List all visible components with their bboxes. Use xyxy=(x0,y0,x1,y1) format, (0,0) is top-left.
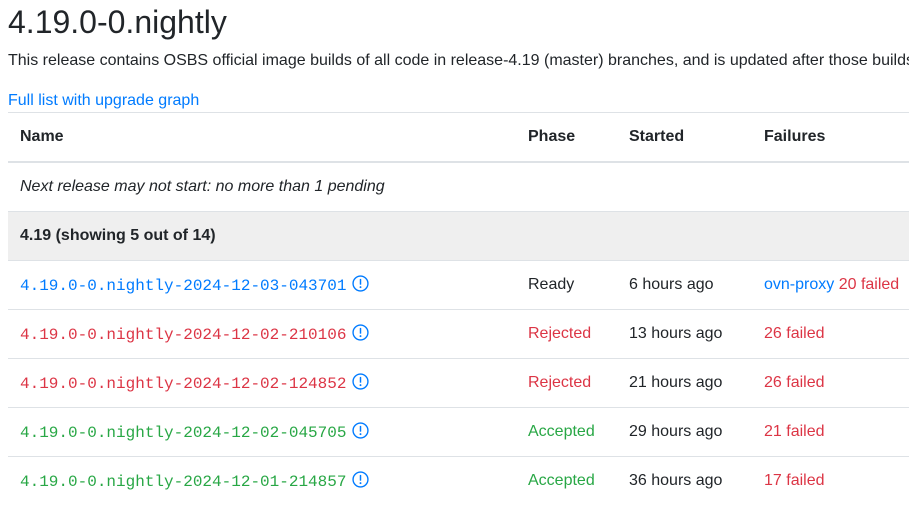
release-group-row: 4.19 (showing 5 out of 14) xyxy=(8,211,909,261)
release-name-link[interactable]: 4.19.0-0.nightly-2024-12-02-124852 xyxy=(20,375,346,393)
info-circle-icon[interactable] xyxy=(352,275,370,292)
release-name-cell: 4.19.0-0.nightly-2024-12-03-043701 xyxy=(8,260,516,310)
column-header-started: Started xyxy=(617,112,752,163)
release-name-cell: 4.19.0-0.nightly-2024-12-01-214857 xyxy=(8,456,516,505)
table-row: 4.19.0-0.nightly-2024-12-02-124852 Rejec… xyxy=(8,358,909,408)
release-group-label: 4.19 (showing 5 out of 14) xyxy=(8,211,909,261)
release-started: 36 hours ago xyxy=(617,456,752,505)
release-failures-cell: 21 failed xyxy=(752,407,909,457)
release-name-cell: 4.19.0-0.nightly-2024-12-02-045705 xyxy=(8,407,516,457)
failures-link[interactable]: 20 failed xyxy=(839,276,900,293)
release-name-link[interactable]: 4.19.0-0.nightly-2024-12-03-043701 xyxy=(20,277,346,295)
pending-note-row: Next release may not start: no more than… xyxy=(8,161,909,212)
table-row: 4.19.0-0.nightly-2024-12-03-043701 Ready… xyxy=(8,260,909,310)
release-name-link[interactable]: 4.19.0-0.nightly-2024-12-02-210106 xyxy=(20,326,346,344)
upgrade-graph-link[interactable]: Full list with upgrade graph xyxy=(8,91,199,111)
table-row: 4.19.0-0.nightly-2024-12-01-214857 Accep… xyxy=(8,456,909,505)
release-failures-cell: 17 failed xyxy=(752,456,909,505)
release-phase: Accepted xyxy=(516,456,617,505)
release-started: 6 hours ago xyxy=(617,260,752,310)
release-name-cell: 4.19.0-0.nightly-2024-12-02-124852 xyxy=(8,358,516,408)
failures-link[interactable]: 21 failed xyxy=(764,423,825,440)
release-name-cell: 4.19.0-0.nightly-2024-12-02-210106 xyxy=(8,309,516,359)
release-name-link[interactable]: 4.19.0-0.nightly-2024-12-02-045705 xyxy=(20,424,346,442)
info-circle-icon[interactable] xyxy=(352,471,370,488)
failures-link[interactable]: 26 failed xyxy=(764,374,825,391)
pending-note: Next release may not start: no more than… xyxy=(8,161,909,212)
release-failures-cell: ovn-proxy 20 failed xyxy=(752,260,909,310)
release-phase: Rejected xyxy=(516,358,617,408)
failures-link[interactable]: 26 failed xyxy=(764,325,825,342)
column-header-failures: Failures xyxy=(752,112,909,163)
info-circle-icon[interactable] xyxy=(352,422,370,439)
release-started: 29 hours ago xyxy=(617,407,752,457)
failing-component-link[interactable]: ovn-proxy xyxy=(764,276,834,293)
release-name-link[interactable]: 4.19.0-0.nightly-2024-12-01-214857 xyxy=(20,473,346,491)
release-started: 13 hours ago xyxy=(617,309,752,359)
info-circle-icon[interactable] xyxy=(352,373,370,390)
releases-table: Name Phase Started Failures Next release… xyxy=(8,112,909,505)
release-description: This release contains OSBS official imag… xyxy=(8,52,909,69)
release-failures-cell: 26 failed xyxy=(752,309,909,359)
column-header-name: Name xyxy=(8,112,516,163)
release-phase: Accepted xyxy=(516,407,617,457)
table-row: 4.19.0-0.nightly-2024-12-02-045705 Accep… xyxy=(8,407,909,457)
release-page: 4.19.0-0.nightly This release contains O… xyxy=(0,0,909,508)
table-row: 4.19.0-0.nightly-2024-12-02-210106 Rejec… xyxy=(8,309,909,359)
release-started: 21 hours ago xyxy=(617,358,752,408)
column-header-phase: Phase xyxy=(516,112,617,163)
failures-link[interactable]: 17 failed xyxy=(764,472,825,489)
table-header-row: Name Phase Started Failures xyxy=(8,112,909,163)
release-phase: Ready xyxy=(516,260,617,310)
page-title: 4.19.0-0.nightly xyxy=(8,4,227,40)
release-failures-cell: 26 failed xyxy=(752,358,909,408)
release-phase: Rejected xyxy=(516,309,617,359)
info-circle-icon[interactable] xyxy=(352,324,370,341)
